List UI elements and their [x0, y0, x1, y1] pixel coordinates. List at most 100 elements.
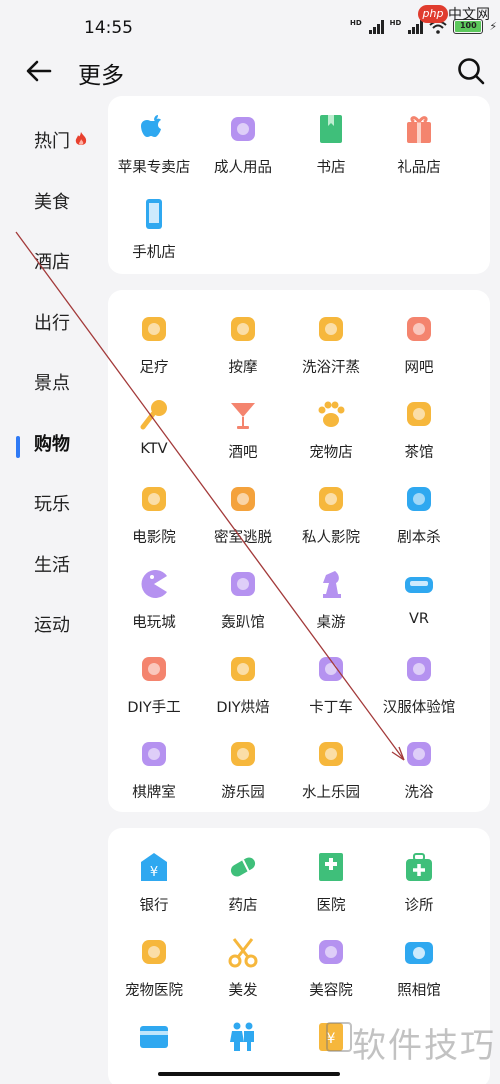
back-arrow-icon[interactable]: [24, 56, 54, 86]
category-tile[interactable]: 电影院: [109, 482, 199, 547]
category-tile-label: 洗浴: [404, 785, 434, 801]
sidebar-item[interactable]: 运动: [0, 604, 100, 665]
restroom-icon: [230, 1022, 254, 1051]
category-tile[interactable]: 轰趴馆: [198, 567, 288, 632]
signal-icon: [368, 19, 384, 34]
cocktail-icon: [231, 403, 255, 429]
category-tile-label: 美容院: [309, 983, 353, 999]
face-mask-icon: [319, 940, 343, 964]
sidebar-item-label: 运动: [34, 615, 70, 636]
sidebar-item[interactable]: 酒店: [0, 241, 100, 302]
film-reel-icon: [319, 487, 343, 511]
category-tile[interactable]: 礼品店: [374, 112, 464, 177]
key-icon: [231, 487, 255, 511]
category-tile[interactable]: 茶馆: [374, 397, 464, 462]
category-tile[interactable]: 水上乐园: [286, 737, 376, 802]
category-tile-label: 网吧: [404, 360, 434, 376]
category-tile[interactable]: 成人用品: [198, 112, 288, 177]
category-tile[interactable]: 网吧: [374, 312, 464, 377]
go-kart-icon: [319, 657, 343, 681]
sidebar-item[interactable]: 生活: [0, 544, 100, 605]
chef-hat-icon: [231, 657, 255, 681]
vase-icon: [142, 657, 166, 681]
signal-icon-2: [408, 19, 424, 34]
category-tile[interactable]: 洗浴: [374, 737, 464, 802]
watermark-php-badge: php: [418, 5, 448, 23]
category-tile-label: 电影院: [132, 530, 176, 546]
category-tile[interactable]: DIY手工: [109, 652, 199, 717]
sidebar-item-label: 生活: [34, 554, 70, 576]
category-tile[interactable]: 汉服体验馆: [374, 652, 464, 717]
category-tile[interactable]: 宠物店: [286, 397, 376, 462]
category-tile[interactable]: 密室逃脱: [198, 482, 288, 547]
category-tile[interactable]: VR: [374, 567, 464, 627]
fun-card: 足疗 按摩 洗浴汗蒸 网吧 KTV 酒吧 宠物店 茶馆电影院 密室逃脱 私人影院 剧本杀电玩城 轰趴馆…: [108, 290, 490, 812]
sidebar-item[interactable]: 热门: [0, 120, 100, 181]
paw-icon: [318, 401, 345, 427]
category-tile[interactable]: [198, 1020, 288, 1064]
chess-knight-icon: [323, 571, 341, 598]
sidebar-item[interactable]: 出行: [0, 302, 100, 363]
category-tile-label: 书店: [316, 160, 346, 176]
gift-icon: [407, 116, 431, 143]
mask-icon: [231, 572, 255, 596]
sidebar-item-label: 热门: [34, 131, 70, 152]
bath-icon: [407, 742, 431, 766]
sidebar-item-label: 景点: [34, 373, 70, 394]
category-tile[interactable]: 棋牌室: [109, 737, 199, 802]
category-tile[interactable]: 书店: [286, 112, 376, 177]
category-tile-label: 剧本杀: [397, 530, 441, 546]
category-tile[interactable]: 苹果专卖店: [109, 112, 199, 177]
category-tile-label: 美发: [228, 983, 258, 999]
category-tile[interactable]: 洗浴汗蒸: [286, 312, 376, 377]
sidebar-item[interactable]: 景点: [0, 362, 100, 423]
category-tile[interactable]: 足疗: [109, 312, 199, 377]
search-icon[interactable]: [456, 56, 486, 86]
category-tile[interactable]: 剧本杀: [374, 482, 464, 547]
hospital-icon: [319, 853, 343, 881]
category-tile[interactable]: 电玩城: [109, 567, 199, 632]
category-tile-label: 洗浴汗蒸: [302, 360, 360, 376]
sidebar-item[interactable]: 购物: [0, 423, 100, 484]
watermark-top-text: 中文网: [448, 7, 490, 23]
head-silhouette-icon: [407, 487, 431, 511]
category-tile[interactable]: 宠物医院: [109, 935, 199, 1000]
category-tile[interactable]: ¥ 银行: [109, 850, 199, 915]
category-tile[interactable]: 美容院: [286, 935, 376, 1000]
home-indicator[interactable]: [158, 1072, 340, 1076]
category-tile-label: KTV: [140, 441, 168, 457]
sidebar-item[interactable]: 玩乐: [0, 483, 100, 544]
category-tile[interactable]: 私人影院: [286, 482, 376, 547]
massage-icon: [231, 317, 255, 341]
sidebar-item[interactable]: 美食: [0, 181, 100, 242]
category-tile[interactable]: 卡丁车: [286, 652, 376, 717]
category-tile[interactable]: 医院: [286, 850, 376, 915]
film-icon: [142, 487, 166, 511]
category-tile[interactable]: 照相馆: [374, 935, 464, 1000]
category-tile[interactable]: 诊所: [374, 850, 464, 915]
phone-icon: [146, 199, 162, 229]
category-tile[interactable]: KTV: [109, 397, 199, 457]
steam-icon: [319, 317, 343, 341]
vr-goggles-icon: [405, 577, 433, 593]
charging-icon: ⚡: [489, 20, 498, 33]
shopping-card: 苹果专卖店 成人用品 书店 礼品店手机店: [108, 96, 490, 274]
category-tile[interactable]: 酒吧: [198, 397, 288, 462]
category-tile-label: 汉服体验馆: [382, 700, 456, 716]
category-tile[interactable]: 药店: [198, 850, 288, 915]
category-tile[interactable]: 桌游: [286, 567, 376, 632]
category-tile[interactable]: 美发: [198, 935, 288, 1000]
category-tile-label: DIY烘焙: [216, 700, 270, 716]
category-tile[interactable]: 手机店: [109, 197, 199, 262]
sidebar-item-label: 美食: [34, 191, 70, 213]
apple-icon: [141, 115, 161, 137]
category-tile[interactable]: 游乐园: [198, 737, 288, 802]
scissors-icon: [228, 938, 258, 968]
category-tile-label: 手机店: [132, 245, 176, 261]
status-time: 14:55: [84, 18, 133, 38]
category-tile[interactable]: DIY烘焙: [198, 652, 288, 717]
book-icon: [320, 115, 342, 143]
category-tile[interactable]: 按摩: [198, 312, 288, 377]
category-tile[interactable]: [109, 1020, 199, 1064]
category-tile-label: VR: [409, 611, 429, 627]
